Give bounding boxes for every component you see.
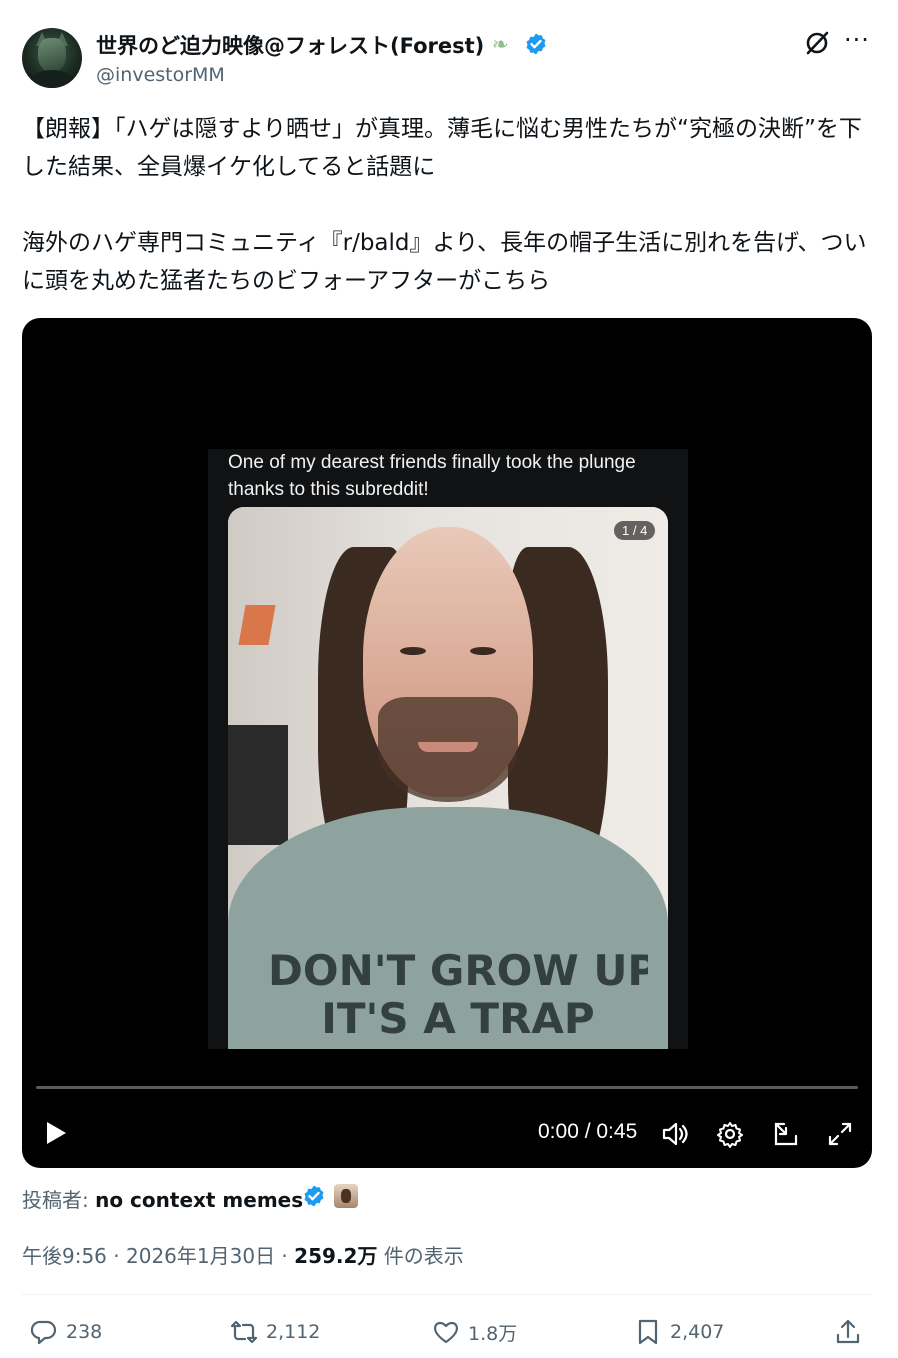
tweet-header: 世界のど迫力映像@フォレスト(Forest) ❧ @investorMM ··· xyxy=(22,26,878,90)
tweet-paragraph-2: 海外のハゲ専門コミュニティ『r/bald』より、長年の帽子生活に別れを告げ、つい… xyxy=(22,230,867,294)
meta-views-suffix: 件の表示 xyxy=(377,1244,464,1268)
meta-views: 259.2万 xyxy=(294,1244,378,1268)
shirt-line-1: DON'T GROW UP xyxy=(268,947,648,995)
video-progress-bar[interactable] xyxy=(36,1086,858,1089)
source-author[interactable]: no context memes xyxy=(95,1188,303,1212)
share-button[interactable] xyxy=(834,1312,870,1352)
more-icon[interactable]: ··· xyxy=(844,26,870,54)
action-bar: 238 2,112 1.8万 2,407 xyxy=(22,1312,872,1352)
photo-mouth xyxy=(418,742,478,752)
tweet-paragraph-1: 【朗報】「ハゲは隠すより晒せ」が真理。薄毛に悩む男性たちが“究極の決断”を下した… xyxy=(22,116,862,180)
volume-icon[interactable] xyxy=(660,1120,688,1148)
divider xyxy=(22,1294,872,1295)
shirt-line-2: IT'S A TRAP xyxy=(321,994,595,1043)
verified-badge-icon[interactable] xyxy=(524,32,548,56)
heart-icon xyxy=(434,1321,458,1344)
video-caption: One of my dearest friends finally took t… xyxy=(228,452,636,500)
reply-button[interactable]: 238 xyxy=(30,1312,102,1352)
fullscreen-icon[interactable] xyxy=(826,1120,854,1148)
video-time: 0:00 / 0:45 xyxy=(538,1120,638,1143)
video-controls: 0:00 / 0:45 xyxy=(22,1108,872,1158)
shirt-text: DON'T GROW UP IT'S A TRAP xyxy=(268,947,648,1043)
photo-counter: 1 / 4 xyxy=(614,521,656,540)
repost-count: 2,112 xyxy=(266,1321,321,1343)
play-icon[interactable] xyxy=(44,1120,68,1146)
avatar-mask xyxy=(38,38,66,72)
bookmark-count: 2,407 xyxy=(670,1321,725,1343)
author-avatar[interactable] xyxy=(22,28,82,88)
settings-icon[interactable] xyxy=(716,1120,744,1148)
author-handle[interactable]: @investorMM xyxy=(96,64,225,86)
repost-button[interactable]: 2,112 xyxy=(230,1312,320,1352)
reply-count: 238 xyxy=(66,1321,103,1343)
photo-eye-left xyxy=(400,647,426,655)
source-avatar[interactable] xyxy=(334,1184,358,1208)
source-attribution: 投稿者: no context memes xyxy=(22,1184,303,1213)
photo-eye-right xyxy=(470,647,496,655)
source-verified-badge-icon xyxy=(304,1185,324,1207)
repost-icon xyxy=(230,1320,258,1344)
reply-icon xyxy=(30,1320,57,1345)
meta-separator: · xyxy=(275,1244,295,1268)
meta-time[interactable]: 午後9:56 xyxy=(22,1244,107,1268)
meta-date[interactable]: 2026年1月30日 xyxy=(126,1244,275,1268)
video-photo: DON'T GROW UP IT'S A TRAP 1 / 4 xyxy=(228,507,668,1049)
video-frame: One of my dearest friends finally took t… xyxy=(208,449,688,1049)
author-display-name[interactable]: 世界のど迫力映像@フォレスト(Forest) xyxy=(96,30,484,60)
avatar-body xyxy=(30,70,74,88)
leaf-icon: ❧ xyxy=(492,32,509,56)
like-button[interactable]: 1.8万 xyxy=(432,1312,517,1352)
photo-shelf xyxy=(228,725,288,845)
like-count: 1.8万 xyxy=(468,1322,518,1345)
bookmark-icon xyxy=(638,1319,658,1345)
source-label: 投稿者: xyxy=(22,1188,96,1212)
tweet-text: 【朗報】「ハゲは隠すより晒せ」が真理。薄毛に悩む男性たちが“究極の決断”を下した… xyxy=(22,110,878,300)
meta-separator: · xyxy=(106,1244,126,1268)
pip-icon[interactable] xyxy=(772,1120,800,1148)
bookmark-button[interactable]: 2,407 xyxy=(634,1312,724,1352)
share-icon xyxy=(836,1319,860,1344)
video-player[interactable]: One of my dearest friends finally took t… xyxy=(22,318,872,1168)
grok-icon[interactable] xyxy=(802,28,832,58)
tweet-meta: 午後9:56 · 2026年1月30日 · 259.2万 件の表示 xyxy=(22,1240,464,1269)
